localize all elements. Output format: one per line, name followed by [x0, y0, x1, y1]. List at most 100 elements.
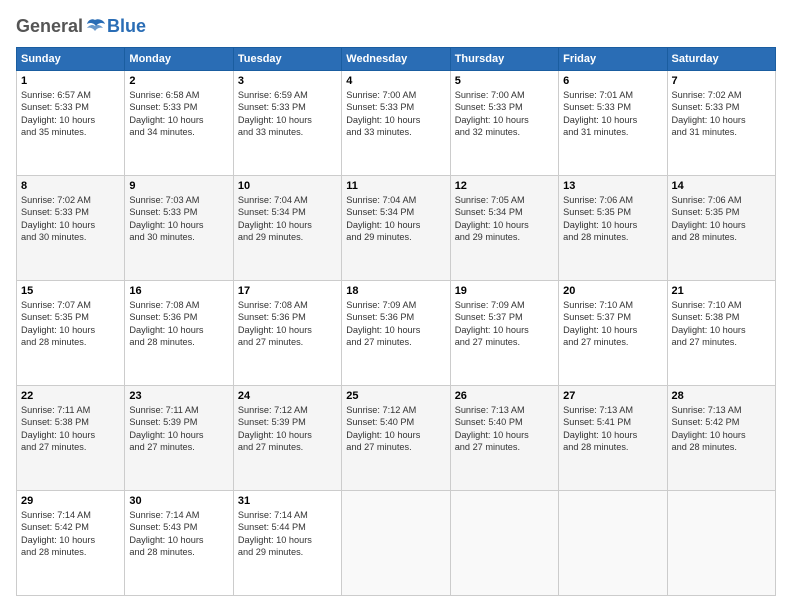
calendar-cell: 12 Sunrise: 7:05 AM Sunset: 5:34 PM Dayl… — [450, 176, 558, 281]
calendar-table: SundayMondayTuesdayWednesdayThursdayFrid… — [16, 47, 776, 596]
calendar-cell: 13 Sunrise: 7:06 AM Sunset: 5:35 PM Dayl… — [559, 176, 667, 281]
calendar-cell: 2 Sunrise: 6:58 AM Sunset: 5:33 PM Dayli… — [125, 71, 233, 176]
calendar-cell: 28 Sunrise: 7:13 AM Sunset: 5:42 PM Dayl… — [667, 386, 775, 491]
day-number: 9 — [129, 180, 228, 192]
calendar-cell — [667, 491, 775, 596]
day-info: Sunrise: 7:08 AM Sunset: 5:36 PM Dayligh… — [238, 299, 337, 349]
day-number: 20 — [563, 285, 662, 297]
calendar-cell: 9 Sunrise: 7:03 AM Sunset: 5:33 PM Dayli… — [125, 176, 233, 281]
calendar-week-row: 1 Sunrise: 6:57 AM Sunset: 5:33 PM Dayli… — [17, 71, 776, 176]
calendar-week-row: 29 Sunrise: 7:14 AM Sunset: 5:42 PM Dayl… — [17, 491, 776, 596]
day-info: Sunrise: 7:10 AM Sunset: 5:38 PM Dayligh… — [672, 299, 771, 349]
day-number: 12 — [455, 180, 554, 192]
calendar-cell: 21 Sunrise: 7:10 AM Sunset: 5:38 PM Dayl… — [667, 281, 775, 386]
day-number: 22 — [21, 390, 120, 402]
day-number: 5 — [455, 75, 554, 87]
calendar-cell: 4 Sunrise: 7:00 AM Sunset: 5:33 PM Dayli… — [342, 71, 450, 176]
day-info: Sunrise: 7:04 AM Sunset: 5:34 PM Dayligh… — [238, 194, 337, 244]
calendar-cell: 17 Sunrise: 7:08 AM Sunset: 5:36 PM Dayl… — [233, 281, 341, 386]
day-info: Sunrise: 7:08 AM Sunset: 5:36 PM Dayligh… — [129, 299, 228, 349]
day-info: Sunrise: 7:03 AM Sunset: 5:33 PM Dayligh… — [129, 194, 228, 244]
calendar-cell — [342, 491, 450, 596]
day-number: 29 — [21, 495, 120, 507]
day-number: 28 — [672, 390, 771, 402]
day-number: 4 — [346, 75, 445, 87]
calendar-cell: 27 Sunrise: 7:13 AM Sunset: 5:41 PM Dayl… — [559, 386, 667, 491]
day-number: 11 — [346, 180, 445, 192]
logo-bird-icon — [84, 18, 106, 36]
day-info: Sunrise: 7:07 AM Sunset: 5:35 PM Dayligh… — [21, 299, 120, 349]
calendar-cell: 10 Sunrise: 7:04 AM Sunset: 5:34 PM Dayl… — [233, 176, 341, 281]
calendar-cell: 22 Sunrise: 7:11 AM Sunset: 5:38 PM Dayl… — [17, 386, 125, 491]
day-number: 10 — [238, 180, 337, 192]
calendar-day-header: Monday — [125, 48, 233, 71]
day-number: 3 — [238, 75, 337, 87]
day-number: 30 — [129, 495, 228, 507]
calendar-cell: 23 Sunrise: 7:11 AM Sunset: 5:39 PM Dayl… — [125, 386, 233, 491]
day-number: 7 — [672, 75, 771, 87]
day-number: 14 — [672, 180, 771, 192]
calendar-cell: 30 Sunrise: 7:14 AM Sunset: 5:43 PM Dayl… — [125, 491, 233, 596]
day-info: Sunrise: 7:00 AM Sunset: 5:33 PM Dayligh… — [346, 89, 445, 139]
calendar-week-row: 15 Sunrise: 7:07 AM Sunset: 5:35 PM Dayl… — [17, 281, 776, 386]
day-info: Sunrise: 7:04 AM Sunset: 5:34 PM Dayligh… — [346, 194, 445, 244]
day-number: 2 — [129, 75, 228, 87]
calendar-day-header: Wednesday — [342, 48, 450, 71]
calendar-day-header: Friday — [559, 48, 667, 71]
calendar-cell: 5 Sunrise: 7:00 AM Sunset: 5:33 PM Dayli… — [450, 71, 558, 176]
calendar-cell: 24 Sunrise: 7:12 AM Sunset: 5:39 PM Dayl… — [233, 386, 341, 491]
day-number: 15 — [21, 285, 120, 297]
calendar-cell: 31 Sunrise: 7:14 AM Sunset: 5:44 PM Dayl… — [233, 491, 341, 596]
calendar-cell: 19 Sunrise: 7:09 AM Sunset: 5:37 PM Dayl… — [450, 281, 558, 386]
logo-general: General — [16, 16, 83, 37]
day-info: Sunrise: 7:10 AM Sunset: 5:37 PM Dayligh… — [563, 299, 662, 349]
day-info: Sunrise: 6:58 AM Sunset: 5:33 PM Dayligh… — [129, 89, 228, 139]
day-number: 19 — [455, 285, 554, 297]
day-number: 21 — [672, 285, 771, 297]
day-info: Sunrise: 7:00 AM Sunset: 5:33 PM Dayligh… — [455, 89, 554, 139]
day-info: Sunrise: 7:14 AM Sunset: 5:42 PM Dayligh… — [21, 509, 120, 559]
calendar-cell: 8 Sunrise: 7:02 AM Sunset: 5:33 PM Dayli… — [17, 176, 125, 281]
calendar-cell: 16 Sunrise: 7:08 AM Sunset: 5:36 PM Dayl… — [125, 281, 233, 386]
day-number: 31 — [238, 495, 337, 507]
calendar-cell: 29 Sunrise: 7:14 AM Sunset: 5:42 PM Dayl… — [17, 491, 125, 596]
calendar-day-header: Thursday — [450, 48, 558, 71]
calendar-week-row: 8 Sunrise: 7:02 AM Sunset: 5:33 PM Dayli… — [17, 176, 776, 281]
day-number: 8 — [21, 180, 120, 192]
calendar-header-row: SundayMondayTuesdayWednesdayThursdayFrid… — [17, 48, 776, 71]
logo: General Blue — [16, 16, 146, 37]
day-number: 1 — [21, 75, 120, 87]
calendar-cell: 6 Sunrise: 7:01 AM Sunset: 5:33 PM Dayli… — [559, 71, 667, 176]
calendar-cell: 26 Sunrise: 7:13 AM Sunset: 5:40 PM Dayl… — [450, 386, 558, 491]
day-info: Sunrise: 7:06 AM Sunset: 5:35 PM Dayligh… — [672, 194, 771, 244]
day-info: Sunrise: 7:09 AM Sunset: 5:36 PM Dayligh… — [346, 299, 445, 349]
day-number: 25 — [346, 390, 445, 402]
day-info: Sunrise: 7:06 AM Sunset: 5:35 PM Dayligh… — [563, 194, 662, 244]
header: General Blue — [16, 16, 776, 37]
day-info: Sunrise: 7:12 AM Sunset: 5:40 PM Dayligh… — [346, 404, 445, 454]
day-info: Sunrise: 6:59 AM Sunset: 5:33 PM Dayligh… — [238, 89, 337, 139]
calendar-day-header: Tuesday — [233, 48, 341, 71]
day-info: Sunrise: 6:57 AM Sunset: 5:33 PM Dayligh… — [21, 89, 120, 139]
day-number: 6 — [563, 75, 662, 87]
day-info: Sunrise: 7:14 AM Sunset: 5:43 PM Dayligh… — [129, 509, 228, 559]
day-number: 18 — [346, 285, 445, 297]
calendar-cell: 25 Sunrise: 7:12 AM Sunset: 5:40 PM Dayl… — [342, 386, 450, 491]
day-info: Sunrise: 7:14 AM Sunset: 5:44 PM Dayligh… — [238, 509, 337, 559]
calendar-cell: 3 Sunrise: 6:59 AM Sunset: 5:33 PM Dayli… — [233, 71, 341, 176]
day-number: 16 — [129, 285, 228, 297]
day-info: Sunrise: 7:13 AM Sunset: 5:42 PM Dayligh… — [672, 404, 771, 454]
day-number: 26 — [455, 390, 554, 402]
calendar-cell: 11 Sunrise: 7:04 AM Sunset: 5:34 PM Dayl… — [342, 176, 450, 281]
calendar-day-header: Saturday — [667, 48, 775, 71]
calendar-cell: 15 Sunrise: 7:07 AM Sunset: 5:35 PM Dayl… — [17, 281, 125, 386]
day-info: Sunrise: 7:09 AM Sunset: 5:37 PM Dayligh… — [455, 299, 554, 349]
calendar-week-row: 22 Sunrise: 7:11 AM Sunset: 5:38 PM Dayl… — [17, 386, 776, 491]
day-info: Sunrise: 7:02 AM Sunset: 5:33 PM Dayligh… — [21, 194, 120, 244]
day-number: 27 — [563, 390, 662, 402]
day-info: Sunrise: 7:11 AM Sunset: 5:39 PM Dayligh… — [129, 404, 228, 454]
logo-blue: Blue — [107, 16, 146, 37]
day-number: 17 — [238, 285, 337, 297]
calendar-cell — [450, 491, 558, 596]
day-info: Sunrise: 7:02 AM Sunset: 5:33 PM Dayligh… — [672, 89, 771, 139]
